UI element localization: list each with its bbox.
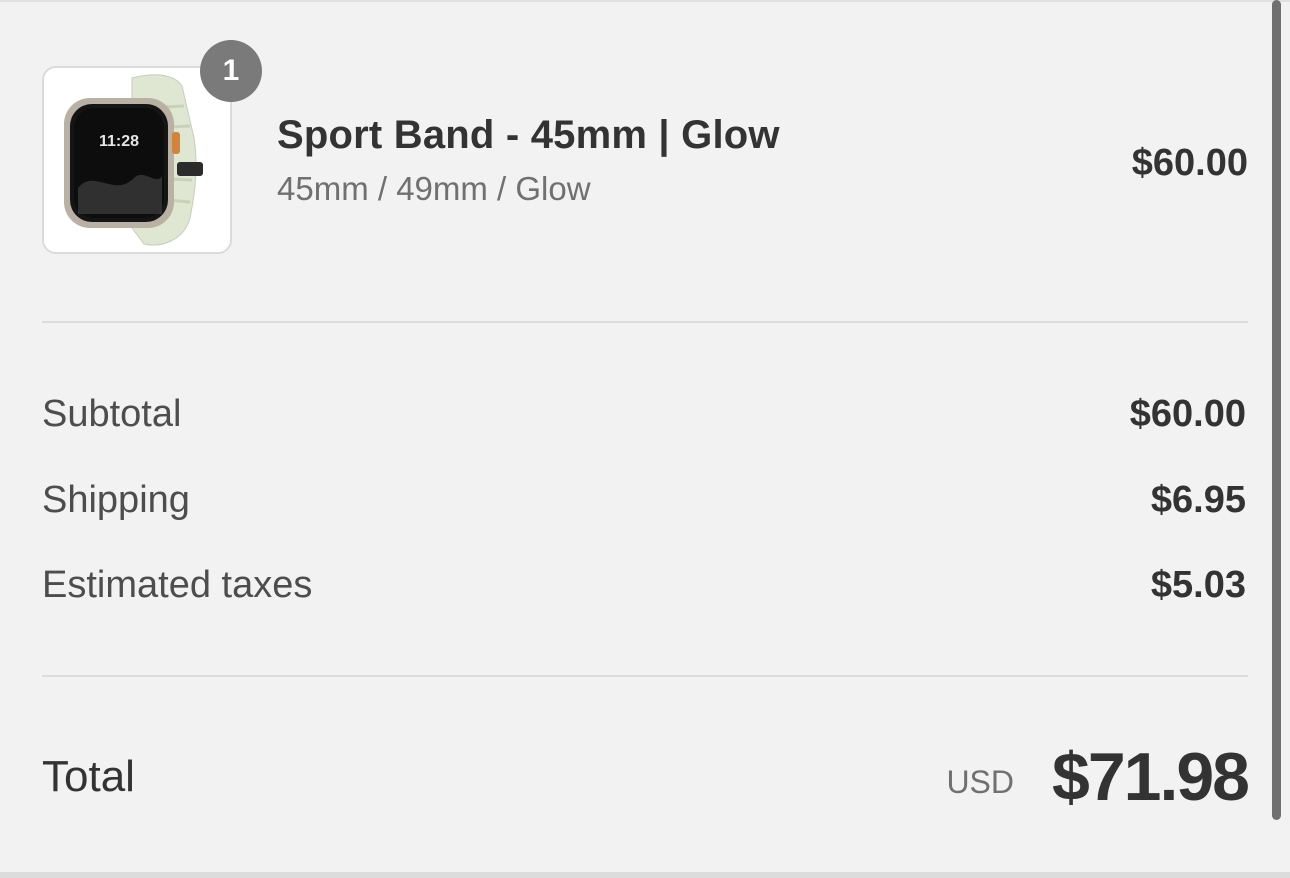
- quantity-badge: 1: [200, 40, 262, 102]
- divider: [42, 321, 1248, 323]
- shipping-value: $6.95: [1150, 479, 1246, 521]
- estimated-taxes-label: Estimated taxes: [42, 564, 313, 606]
- line-item: 11:28 1 Sport Band - 45mm | Glow 45mm / …: [42, 40, 1248, 258]
- product-image: 11:28: [42, 66, 232, 254]
- product-thumbnail-wrap: 11:28 1: [42, 40, 262, 256]
- total-amount: $71.98: [1052, 739, 1250, 815]
- bottom-border: [0, 872, 1290, 878]
- top-border: [0, 0, 1290, 2]
- product-price: $60.00: [1131, 142, 1248, 184]
- product-variant: 45mm / 49mm / Glow: [277, 170, 591, 207]
- total-label: Total: [42, 752, 135, 801]
- watch-screen-time: 11:28: [99, 133, 139, 150]
- product-title: Sport Band - 45mm | Glow: [277, 113, 780, 157]
- subtotal-value: $60.00: [1129, 393, 1246, 435]
- subtotal-label: Subtotal: [42, 393, 182, 435]
- shipping-label: Shipping: [42, 479, 190, 521]
- total-currency: USD: [946, 764, 1014, 800]
- divider: [42, 675, 1248, 677]
- scrollbar-thumb[interactable]: [1272, 0, 1281, 820]
- watch-band-product-image: 11:28: [44, 68, 230, 252]
- estimated-taxes-value: $5.03: [1150, 564, 1246, 606]
